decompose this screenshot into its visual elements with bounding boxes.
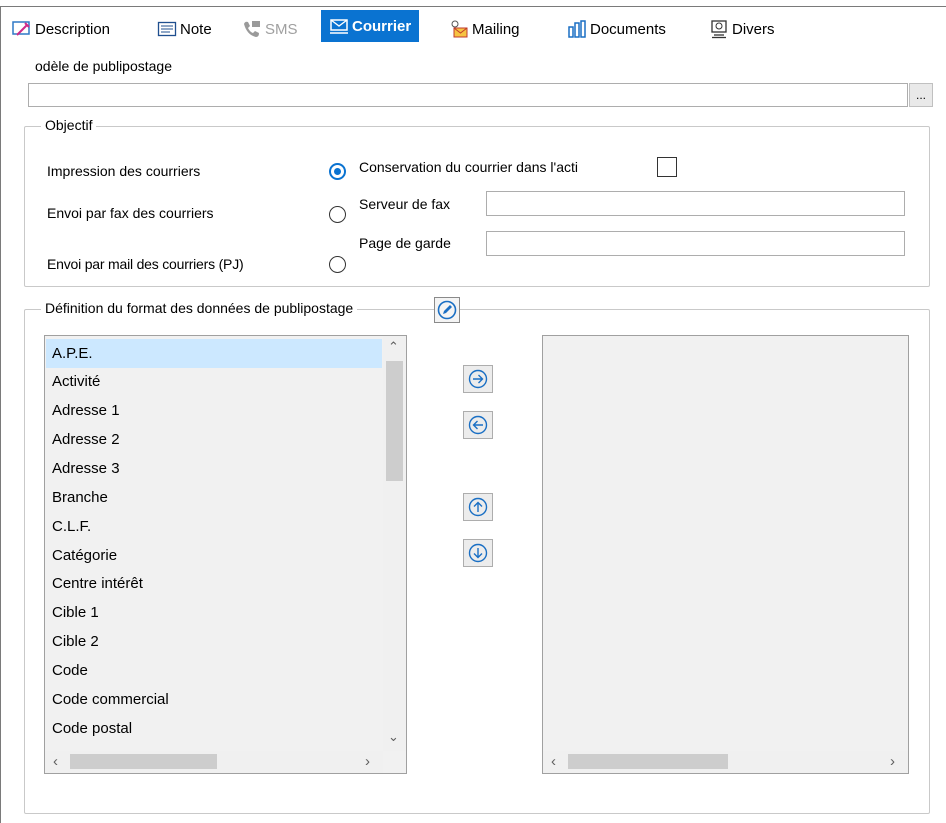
list-item[interactable]: Code postal bbox=[46, 714, 382, 743]
note-icon bbox=[157, 19, 177, 39]
tab-sms: SMS bbox=[242, 12, 298, 46]
horizontal-scroll-thumb[interactable] bbox=[568, 754, 728, 769]
fax-server-label: Serveur de fax bbox=[359, 196, 451, 212]
horizontal-scrollbar[interactable]: ‹ › bbox=[543, 751, 908, 773]
mail-option-label: Envoi par mail des courriers (PJ) bbox=[47, 256, 244, 272]
add-field-button[interactable] bbox=[463, 365, 493, 393]
fax-server-input[interactable] bbox=[486, 191, 905, 216]
tab-note[interactable]: Note bbox=[157, 12, 212, 46]
mail-icon bbox=[329, 16, 349, 36]
divers-icon bbox=[709, 19, 729, 39]
edit-icon bbox=[437, 300, 457, 320]
mail-option-radio[interactable] bbox=[329, 256, 346, 273]
horizontal-scrollbar[interactable]: ‹ › bbox=[45, 751, 383, 773]
window-top-border bbox=[0, 6, 946, 7]
arrow-down-icon bbox=[468, 543, 488, 563]
format-title: Définition du format des données de publ… bbox=[41, 300, 358, 316]
tab-label: Courrier bbox=[352, 17, 412, 35]
edit-format-button[interactable] bbox=[434, 297, 460, 323]
tab-label: Description bbox=[35, 20, 111, 38]
tab-documents[interactable]: Documents bbox=[567, 12, 666, 46]
scroll-down-icon[interactable]: ⌄ bbox=[388, 730, 399, 744]
documents-icon bbox=[567, 19, 587, 39]
list-item[interactable]: Adresse 1 bbox=[46, 396, 382, 425]
tab-label: SMS bbox=[265, 20, 298, 38]
list-item[interactable]: Adresse 2 bbox=[46, 425, 382, 454]
print-option-radio[interactable] bbox=[329, 163, 346, 180]
objectif-title: Objectif bbox=[41, 117, 97, 133]
scroll-right-icon[interactable]: › bbox=[890, 754, 895, 769]
selected-fields-list[interactable]: ‹ › bbox=[542, 335, 909, 774]
fax-option-label: Envoi par fax des courriers bbox=[47, 205, 214, 221]
list-item[interactable]: Adresse 3 bbox=[46, 454, 382, 483]
arrow-up-icon bbox=[468, 497, 488, 517]
template-input[interactable] bbox=[28, 83, 908, 107]
list-item[interactable]: Centre intérêt bbox=[46, 569, 382, 598]
vertical-scroll-thumb[interactable] bbox=[386, 361, 403, 481]
list-item[interactable]: Cible 1 bbox=[46, 598, 382, 627]
arrow-left-icon bbox=[468, 415, 488, 435]
tab-divers[interactable]: Divers bbox=[709, 12, 775, 46]
conservation-checkbox[interactable] bbox=[657, 157, 677, 177]
list-item[interactable]: A.P.E. bbox=[46, 339, 382, 368]
tab-mailing[interactable]: Mailing bbox=[449, 12, 520, 46]
vertical-scrollbar[interactable]: ⌃ ⌄ bbox=[383, 336, 406, 751]
available-fields-list[interactable]: A.P.E. Activité Adresse 1 Adresse 2 Adre… bbox=[44, 335, 407, 774]
list-item[interactable]: Cible 2 bbox=[46, 627, 382, 656]
cover-page-input[interactable] bbox=[486, 231, 905, 256]
tab-label: Divers bbox=[732, 20, 775, 38]
fax-option-radio[interactable] bbox=[329, 206, 346, 223]
scroll-right-icon[interactable]: › bbox=[365, 754, 370, 769]
list-item[interactable]: Code bbox=[46, 656, 382, 685]
tab-label: Mailing bbox=[472, 20, 520, 38]
move-up-button[interactable] bbox=[463, 493, 493, 521]
tab-label: Documents bbox=[590, 20, 666, 38]
tab-courrier[interactable]: Courrier bbox=[321, 10, 420, 42]
template-label: odèle de publipostage bbox=[35, 58, 173, 74]
cover-page-label: Page de garde bbox=[359, 235, 451, 251]
tab-description[interactable]: Description bbox=[12, 12, 110, 46]
scroll-up-icon[interactable]: ⌃ bbox=[388, 340, 399, 354]
move-down-button[interactable] bbox=[463, 539, 493, 567]
list-item[interactable]: Code commercial bbox=[46, 685, 382, 714]
scroll-left-icon[interactable]: ‹ bbox=[53, 754, 58, 769]
print-option-label: Impression des courriers bbox=[47, 163, 201, 179]
tab-label: Note bbox=[180, 20, 212, 38]
arrow-right-icon bbox=[468, 369, 488, 389]
remove-field-button[interactable] bbox=[463, 411, 493, 439]
description-icon bbox=[12, 19, 32, 39]
window-left-border bbox=[0, 6, 1, 823]
horizontal-scroll-thumb[interactable] bbox=[70, 754, 217, 769]
conservation-label: Conservation du courrier dans l'acti bbox=[359, 159, 579, 175]
scroll-left-icon[interactable]: ‹ bbox=[551, 754, 556, 769]
list-item[interactable]: Branche bbox=[46, 483, 382, 512]
mailing-icon bbox=[449, 19, 469, 39]
phone-icon bbox=[242, 19, 262, 39]
list-item[interactable]: Activité bbox=[46, 367, 382, 396]
list-item[interactable]: C.L.F. bbox=[46, 512, 382, 541]
browse-button[interactable]: ... bbox=[909, 83, 933, 107]
list-item[interactable]: Catégorie bbox=[46, 541, 382, 570]
